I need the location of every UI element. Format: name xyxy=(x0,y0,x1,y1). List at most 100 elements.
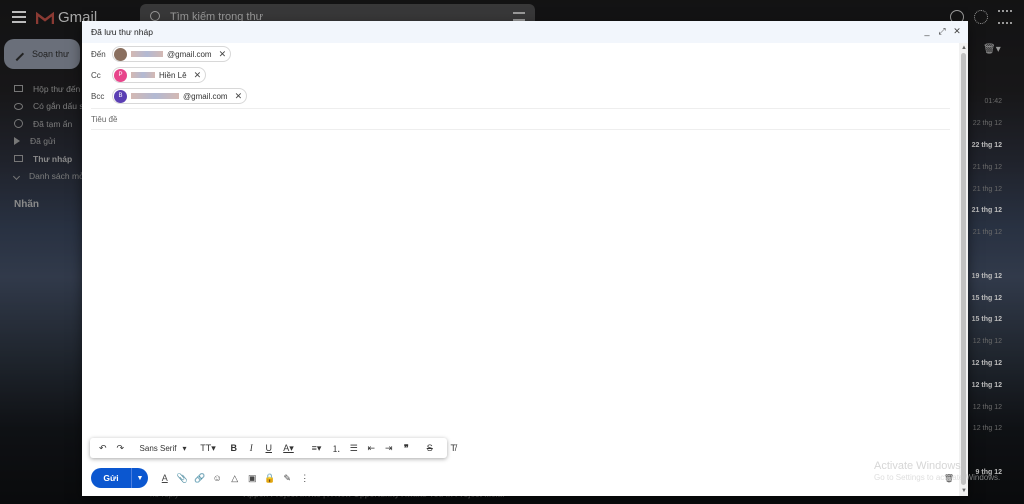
mail-row-date[interactable]: 19 thg 12 xyxy=(968,265,1024,287)
mail-row-date[interactable]: 21 thg 12 xyxy=(968,156,1024,178)
quote-icon[interactable]: ❞ xyxy=(398,438,416,458)
apps-grid-icon[interactable] xyxy=(998,10,1012,24)
compose-window: Đã lưu thư nháp _ ⤢ ✕ Đến @gmail.com ✕ C… xyxy=(82,21,968,496)
recipient-chip[interactable]: P Hiền Lê ✕ xyxy=(112,67,207,83)
to-field[interactable]: Đến @gmail.com ✕ xyxy=(91,44,232,64)
remove-recipient-icon[interactable]: ✕ xyxy=(235,91,243,102)
numbered-list-icon[interactable]: ⒈ xyxy=(328,438,346,458)
undo-icon[interactable]: ↶ xyxy=(94,438,112,458)
pencil-icon xyxy=(9,46,25,62)
indent-more-icon[interactable]: ⇥ xyxy=(380,438,398,458)
mail-row-date[interactable] xyxy=(968,483,1024,504)
avatar xyxy=(114,47,127,61)
trash-icon[interactable]: 🗑▾ xyxy=(983,44,1001,55)
remove-formatting-icon[interactable]: T̸ xyxy=(445,438,463,458)
search-icon[interactable] xyxy=(150,11,160,21)
mail-list-dates: 01:42 22 thg 12 22 thg 12 21 thg 12 21 thg 1… xyxy=(968,91,1024,504)
underline-icon[interactable]: U xyxy=(260,438,278,458)
redo-icon[interactable]: ↷ xyxy=(112,438,130,458)
search-options-icon[interactable] xyxy=(513,12,525,21)
font-family-select[interactable]: Sans Serif ▾ xyxy=(135,438,191,458)
mail-row-date[interactable]: 15 thg 12 xyxy=(968,309,1024,331)
remove-recipient-icon[interactable]: ✕ xyxy=(219,49,227,60)
expand-icon[interactable]: ⤢ xyxy=(937,26,947,37)
mail-row-date[interactable]: 12 thg 12 xyxy=(968,353,1024,375)
sidebar-item-drafts[interactable]: Thư nháp xyxy=(0,150,82,168)
sidebar-item-inbox[interactable]: Hộp thư đến xyxy=(0,80,82,98)
align-icon[interactable]: ≡▾ xyxy=(306,438,328,458)
scrollbar-thumb[interactable] xyxy=(961,53,966,485)
mail-row-date[interactable]: 22 thg 12 xyxy=(968,135,1024,157)
avatar: B xyxy=(114,89,127,103)
bold-icon[interactable]: B xyxy=(225,438,243,458)
sidebar-item-more[interactable]: Danh sách mở rộng xyxy=(0,168,82,186)
mail-row-date[interactable]: 12 thg 12 xyxy=(968,331,1024,353)
font-size-icon[interactable]: TT▾ xyxy=(197,438,219,458)
redacted-text xyxy=(131,72,155,78)
compose-label: Soạn thư xyxy=(32,49,70,59)
mail-row-date[interactable]: 22 thg 12 xyxy=(968,113,1024,135)
scrollbar[interactable]: ▲ ▼ xyxy=(959,43,968,496)
send-button[interactable]: Gửi ▼ xyxy=(91,468,148,488)
mail-row-date[interactable]: 21 thg 12 xyxy=(968,222,1024,244)
recipient-chip[interactable]: B @gmail.com ✕ xyxy=(112,88,248,104)
compose-actions: Gửi ▼ A 📎 🔗 ☺ △ ▣ 🔒 ✎ ⋮ xyxy=(91,468,314,488)
formatting-options-icon[interactable]: A xyxy=(156,468,174,488)
mail-row-date[interactable]: 15 thg 12 xyxy=(968,287,1024,309)
attach-file-icon[interactable]: 📎 xyxy=(174,468,192,488)
mail-row-date[interactable] xyxy=(968,244,1024,266)
remove-recipient-icon[interactable]: ✕ xyxy=(194,70,202,81)
mail-row-date[interactable]: 12 thg 12 xyxy=(968,418,1024,440)
compose-button[interactable]: Soạn thư xyxy=(4,39,80,69)
dropdown-arrow-icon: ▾ xyxy=(182,443,187,453)
sidebar-item-label: Hộp thư đến xyxy=(33,83,81,94)
mail-row-date[interactable]: 21 thg 12 xyxy=(968,200,1024,222)
sidebar-item-sent[interactable]: Đã gửi xyxy=(0,133,82,151)
scroll-up-icon[interactable]: ▲ xyxy=(961,45,967,51)
bulleted-list-icon[interactable]: ☰ xyxy=(345,438,363,458)
compose-header[interactable]: Đã lưu thư nháp _ ⤢ ✕ xyxy=(82,21,968,43)
mail-row-date[interactable] xyxy=(968,440,1024,462)
avatar: P xyxy=(114,68,127,82)
divider xyxy=(91,129,950,130)
schedule-send-dropdown-icon[interactable]: ▼ xyxy=(132,468,148,488)
more-options-icon[interactable]: ⋮ xyxy=(296,468,314,488)
hamburger-menu-icon[interactable] xyxy=(12,11,26,23)
subject-input[interactable]: Tiêu đề xyxy=(91,115,117,124)
sidebar-item-snoozed[interactable]: Đã tạm ẩn xyxy=(0,115,82,133)
italic-icon[interactable]: I xyxy=(243,438,261,458)
inbox-icon xyxy=(14,85,23,93)
indent-less-icon[interactable]: ⇤ xyxy=(363,438,381,458)
to-label: Đến xyxy=(91,49,106,59)
formatting-toolbar: ↶ ↷ Sans Serif ▾ TT▾ B I U A▾ ≡▾ ⒈ ☰ ⇤ ⇥ … xyxy=(90,438,456,458)
strikethrough-icon[interactable]: S xyxy=(421,438,439,458)
divider xyxy=(91,108,950,109)
redacted-text xyxy=(131,93,179,99)
bcc-label: Bcc xyxy=(91,91,105,101)
cc-field[interactable]: Cc P Hiền Lê ✕ xyxy=(91,65,207,85)
emoji-icon[interactable]: ☺ xyxy=(209,468,227,488)
confidential-mode-icon[interactable]: 🔒 xyxy=(261,468,279,488)
mail-row-date[interactable]: 12 thg 12 xyxy=(968,374,1024,396)
mail-row-date[interactable]: 12 thg 12 xyxy=(968,396,1024,418)
settings-gear-icon[interactable] xyxy=(974,10,988,24)
signature-icon[interactable]: ✎ xyxy=(279,468,297,488)
insert-photo-icon[interactable]: ▣ xyxy=(244,468,262,488)
send-icon xyxy=(14,137,20,146)
text-color-icon[interactable]: A▾ xyxy=(278,438,300,458)
recipient-chip[interactable]: @gmail.com ✕ xyxy=(112,46,232,62)
close-icon[interactable]: ✕ xyxy=(952,26,962,37)
mail-row-date[interactable]: 01:42 xyxy=(968,91,1024,113)
sidebar-item-starred[interactable]: Có gắn dấu sao xyxy=(0,98,82,116)
scroll-down-icon[interactable]: ▼ xyxy=(961,488,967,494)
star-icon xyxy=(14,102,23,110)
mail-row-date[interactable]: 21 thg 12 xyxy=(968,178,1024,200)
sidebar-nav: Hộp thư đến Có gắn dấu sao Đã tạm ẩn Đã … xyxy=(0,80,82,185)
google-drive-icon[interactable]: △ xyxy=(226,468,244,488)
redacted-text xyxy=(131,51,163,57)
windows-activation-watermark: Activate Windows Go to Settings to activ… xyxy=(874,460,1000,484)
insert-link-icon[interactable]: 🔗 xyxy=(191,468,209,488)
compose-title: Đã lưu thư nháp xyxy=(91,27,153,37)
bcc-field[interactable]: Bcc B @gmail.com ✕ xyxy=(91,86,248,106)
minimize-icon[interactable]: _ xyxy=(922,26,932,37)
